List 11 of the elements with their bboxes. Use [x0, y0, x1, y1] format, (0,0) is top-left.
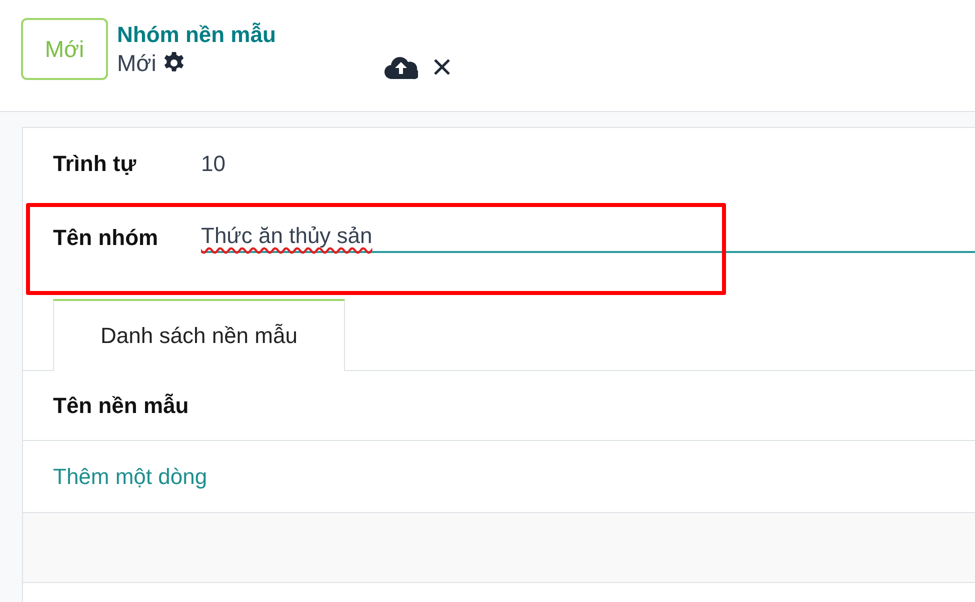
name-input[interactable]: Thức ăn thủy sản [201, 223, 975, 253]
record-title: Mới [117, 49, 156, 78]
field-label: Tên nhóm [53, 225, 160, 251]
column-header: Tên nền mẫu [23, 371, 975, 441]
tab[interactable]: Danh sách nền mẫu [53, 299, 345, 371]
cloud-upload-icon[interactable] [384, 54, 418, 80]
close-icon[interactable] [432, 57, 452, 77]
add-line-link[interactable]: Thêm một dòng [53, 464, 208, 490]
field-value: 10 [201, 151, 226, 177]
field-label: Trình tự [53, 151, 138, 177]
breadcrumb-link[interactable]: Nhóm nền mẫu [117, 22, 276, 48]
